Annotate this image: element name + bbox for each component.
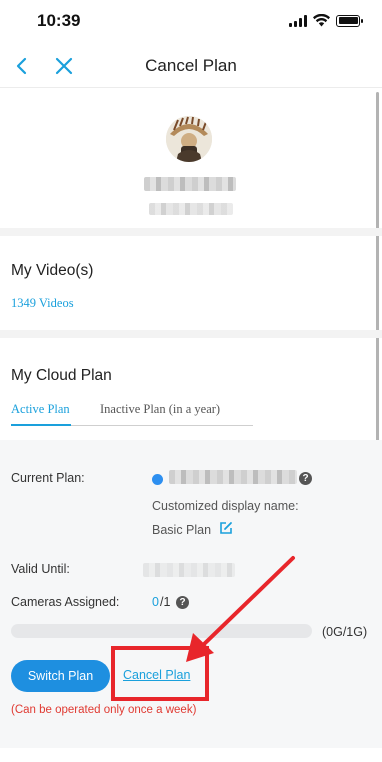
video-count-link[interactable]: 1349 Videos bbox=[11, 296, 74, 311]
redacted-plan-name bbox=[169, 470, 297, 484]
valid-until-label: Valid Until: bbox=[11, 562, 70, 576]
page-title: Cancel Plan bbox=[145, 56, 237, 75]
cancel-plan-link[interactable]: Cancel Plan bbox=[123, 668, 190, 682]
wifi-icon bbox=[313, 14, 330, 27]
storage-progress-bar bbox=[11, 624, 312, 638]
battery-icon bbox=[336, 14, 363, 27]
edit-icon[interactable] bbox=[219, 521, 233, 535]
cloud-plan-section-title: My Cloud Plan bbox=[11, 367, 112, 384]
section-divider bbox=[0, 228, 382, 236]
videos-section-title: My Video(s) bbox=[11, 262, 94, 279]
section-divider bbox=[0, 330, 382, 338]
status-icons bbox=[289, 14, 363, 27]
status-bar: 10:39 bbox=[0, 0, 382, 44]
cancel-notice-text: (Can be operated only once a week) bbox=[11, 704, 197, 716]
signal-icon bbox=[289, 14, 307, 27]
help-icon[interactable]: ? bbox=[299, 472, 312, 485]
active-tab-indicator bbox=[11, 424, 71, 426]
display-name-value: Basic Plan bbox=[152, 523, 212, 537]
plan-status-dot bbox=[152, 474, 163, 485]
profile-header bbox=[0, 88, 382, 228]
storage-usage-text: (0G/1G) bbox=[322, 625, 368, 639]
cameras-total-count: /1 bbox=[160, 595, 171, 609]
redacted-username bbox=[144, 177, 236, 191]
current-plan-label: Current Plan: bbox=[11, 471, 85, 485]
redacted-account bbox=[149, 203, 233, 215]
cameras-used-count[interactable]: 0 bbox=[152, 595, 159, 609]
tab-active-plan[interactable]: Active Plan bbox=[11, 402, 70, 417]
cameras-assigned-label: Cameras Assigned: bbox=[11, 595, 120, 609]
display-name-label: Customized display name: bbox=[152, 499, 299, 513]
help-icon[interactable]: ? bbox=[176, 596, 189, 609]
nav-bar: Cancel Plan bbox=[0, 44, 382, 88]
plan-tabs: Active Plan Inactive Plan (in a year) bbox=[11, 400, 253, 426]
redacted-valid-date bbox=[143, 563, 235, 577]
plan-details-panel bbox=[0, 440, 382, 748]
avatar bbox=[166, 116, 212, 162]
status-time: 10:39 bbox=[37, 11, 81, 30]
switch-plan-button[interactable]: Switch Plan bbox=[11, 660, 110, 692]
tab-inactive-plan[interactable]: Inactive Plan (in a year) bbox=[100, 402, 220, 417]
